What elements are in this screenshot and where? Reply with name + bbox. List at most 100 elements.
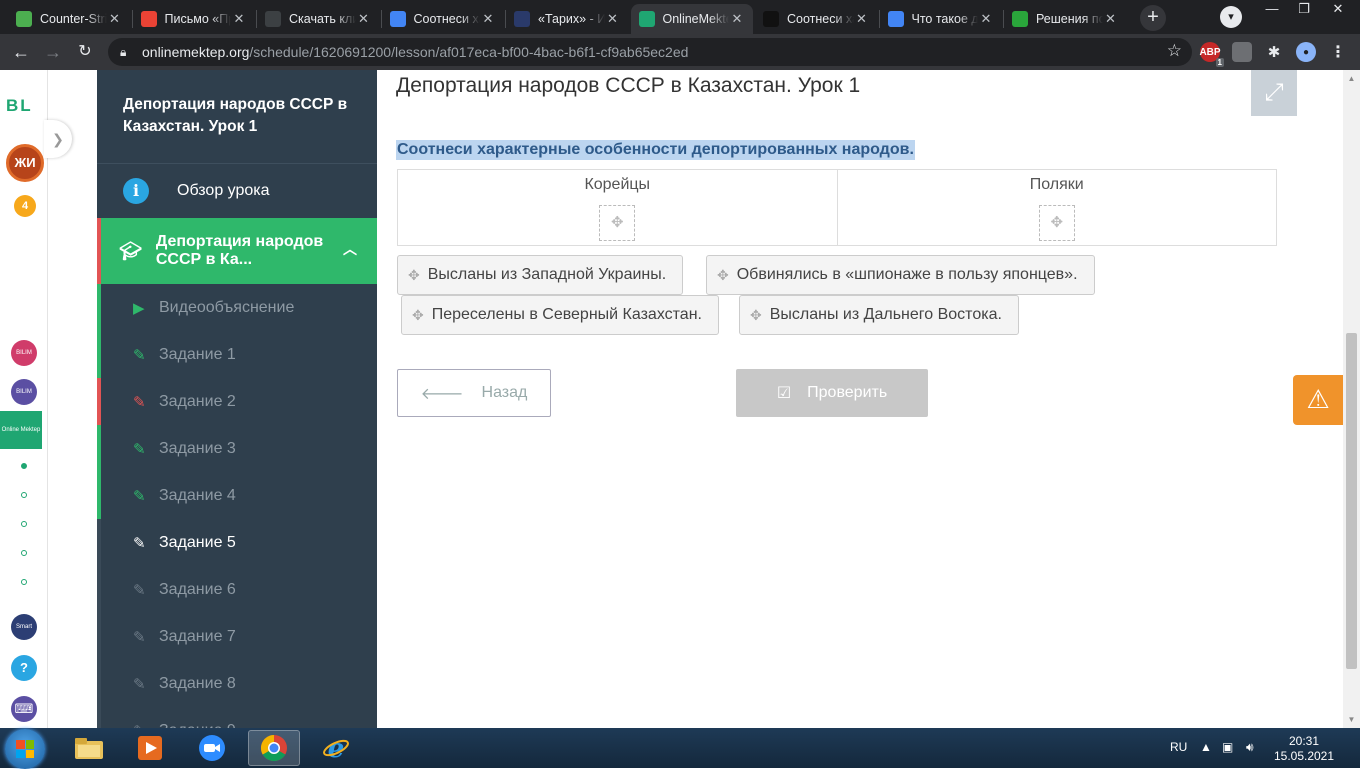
online-mektep-icon[interactable]: Online Mektep bbox=[0, 411, 42, 449]
task-item[interactable]: ✎ Задание 6 bbox=[97, 566, 377, 613]
task-item[interactable]: ✎ Задание 7 bbox=[97, 613, 377, 660]
browser-tab[interactable]: Решения по истории✕ bbox=[1004, 4, 1127, 34]
browser-tab[interactable]: «Тарих» - История✕ bbox=[506, 4, 629, 34]
close-tab-icon[interactable]: ✕ bbox=[356, 11, 372, 27]
task-item[interactable]: ✎ Задание 2 bbox=[97, 378, 377, 425]
matching-groups: Корейцы ✥ Поляки ✥ bbox=[397, 169, 1277, 246]
tab-search-button[interactable]: ▾ bbox=[1220, 6, 1242, 28]
close-tab-icon[interactable]: ✕ bbox=[1103, 11, 1119, 27]
task-item[interactable]: ✎ Задание 8 bbox=[97, 660, 377, 707]
show-hidden-icons-icon[interactable]: ▲ bbox=[1200, 740, 1212, 754]
page-scrollbar[interactable]: ▲ ▼ bbox=[1343, 70, 1360, 728]
scroll-down-icon[interactable]: ▼ bbox=[1343, 711, 1360, 728]
bilim-shop-icon[interactable]: BILIM SHOP bbox=[11, 340, 37, 382]
overview-label: Обзор урока bbox=[177, 182, 270, 199]
answer-chip[interactable]: ✥ Высланы из Западной Украины. bbox=[397, 255, 684, 295]
clock[interactable]: 20:31 15.05.2021 bbox=[1262, 734, 1346, 764]
browser-menu-icon[interactable]: ⋮ bbox=[1328, 42, 1348, 62]
smart-nation-icon[interactable]: Smart Nation bbox=[11, 614, 37, 656]
answer-chip[interactable]: ✥ Обвинялись в «шпионаже в пользу японцев… bbox=[706, 255, 1095, 295]
media-player-icon[interactable] bbox=[124, 730, 176, 766]
address-bar[interactable]: 🔒︎ onlinemektep.org/schedule/1620691200/… bbox=[108, 38, 1192, 66]
internet-explorer-icon[interactable]: e bbox=[310, 730, 362, 766]
user-avatar[interactable]: ЖИ bbox=[6, 144, 44, 182]
fullscreen-expand-icon[interactable]: ⤢ bbox=[1251, 70, 1297, 116]
lesson-overview-item[interactable]: i Обзор урока bbox=[97, 164, 377, 218]
close-tab-icon[interactable]: ✕ bbox=[480, 11, 496, 27]
keyboard-icon[interactable]: ⌨ bbox=[11, 696, 37, 722]
notification-count-badge[interactable]: 4 bbox=[14, 195, 36, 217]
close-tab-icon[interactable]: ✕ bbox=[605, 11, 621, 27]
drop-zone-move-icon[interactable]: ✥ bbox=[1038, 205, 1075, 241]
reload-icon[interactable]: ↻ bbox=[74, 41, 96, 63]
task-item[interactable]: ▶ Видеообъяснение bbox=[97, 284, 377, 331]
windows-taskbar: e RU ▲ ▣ 🔊︎ 20:31 15.05.2021 bbox=[0, 728, 1360, 769]
chrome-icon[interactable] bbox=[248, 730, 300, 766]
zoom-icon[interactable] bbox=[186, 730, 238, 766]
close-window-button[interactable]: ✕ bbox=[1322, 0, 1354, 20]
answer-chip[interactable]: ✥ Высланы из Дальнего Востока. bbox=[739, 295, 1019, 335]
task-item[interactable]: ✎Задание 9 bbox=[97, 707, 377, 728]
file-explorer-icon[interactable] bbox=[63, 730, 115, 766]
page-dot[interactable] bbox=[21, 521, 27, 527]
browser-tab[interactable]: Письмо «Привет»✕ bbox=[133, 4, 256, 34]
checkbox-icon: ☑ bbox=[776, 385, 792, 402]
start-button[interactable] bbox=[5, 729, 45, 769]
task-item[interactable]: ✎ Задание 1 bbox=[97, 331, 377, 378]
answer-chip[interactable]: ✥ Переселены в Северный Казахстан. bbox=[401, 295, 719, 335]
page-dot[interactable] bbox=[21, 492, 27, 498]
page-dot[interactable] bbox=[21, 550, 27, 556]
scroll-up-icon[interactable]: ▲ bbox=[1343, 70, 1360, 87]
browser-tab[interactable]: OnlineMektep✕ bbox=[630, 4, 753, 34]
back-arrow-icon[interactable]: ← bbox=[10, 41, 32, 63]
adblock-extension-icon[interactable]: ABP 1 bbox=[1199, 42, 1224, 67]
active-section-item[interactable]: 🎓︎ Депортация народов СССР в Ка... ︿ bbox=[97, 218, 377, 284]
volume-icon[interactable]: 🔊︎ bbox=[1246, 740, 1254, 755]
lesson-tasks-list: ▶ Видеообъяснение ✎ Задание 1 ✎ Задание 2 ✎ Зад… bbox=[97, 284, 377, 728]
edit-icon: ✎ bbox=[133, 393, 146, 411]
tab-separator bbox=[1003, 10, 1004, 28]
puzzle-extensions-icon[interactable]: ✱ bbox=[1264, 42, 1284, 62]
browser-tab[interactable]: Скачать клип✕ bbox=[257, 4, 380, 34]
browser-tab[interactable]: Соотнеси характерные✕ bbox=[382, 4, 505, 34]
back-label: Назад bbox=[481, 384, 528, 401]
chevron-up-icon[interactable]: ︿ bbox=[343, 240, 357, 258]
bilim-media-icon[interactable]: BILIM bbox=[11, 379, 37, 405]
edit-icon: ✎ bbox=[133, 581, 146, 599]
page-dot[interactable] bbox=[21, 463, 27, 469]
task-label: Задание 4 bbox=[159, 486, 236, 504]
language-indicator[interactable]: RU bbox=[1170, 740, 1187, 754]
restore-button[interactable]: ❐ bbox=[1288, 0, 1320, 20]
browser-tab[interactable]: Что такое депортация✕ bbox=[880, 4, 1003, 34]
close-tab-icon[interactable]: ✕ bbox=[231, 11, 247, 27]
task-item[interactable]: ✎ Задание 4 bbox=[97, 472, 377, 519]
page-dot[interactable] bbox=[21, 579, 27, 585]
bookmark-star-icon[interactable]: ☆ bbox=[1167, 41, 1182, 61]
browser-tab[interactable]: Соотнеси характерные✕ bbox=[755, 4, 878, 34]
help-icon[interactable]: ? bbox=[11, 655, 37, 681]
task-label: Задание 2 bbox=[159, 392, 236, 410]
bilimland-logo[interactable]: BL bbox=[6, 96, 33, 116]
back-button[interactable]: 🡐 Назад bbox=[397, 369, 551, 417]
close-tab-icon[interactable]: ✕ bbox=[978, 11, 994, 27]
move-icon: ✥ bbox=[750, 306, 762, 323]
close-tab-icon[interactable]: ✕ bbox=[107, 11, 123, 27]
browser-tab[interactable]: Counter-Strike✕ bbox=[8, 4, 131, 34]
tab-title: Решения по истории bbox=[1036, 12, 1103, 26]
minimize-button[interactable]: — bbox=[1256, 0, 1288, 20]
network-icon[interactable]: ▣ bbox=[1222, 740, 1233, 754]
expand-sidebar-chevron-icon[interactable]: ❯ bbox=[44, 120, 72, 158]
windows-logo-icon bbox=[16, 740, 34, 758]
drop-zone-move-icon[interactable]: ✥ bbox=[599, 205, 636, 241]
task-item[interactable]: ✎ Задание 3 bbox=[97, 425, 377, 472]
check-button[interactable]: ☑ Проверить bbox=[736, 369, 928, 417]
report-warning-icon[interactable]: ⚠ bbox=[1293, 375, 1343, 425]
profile-avatar-icon[interactable]: ● bbox=[1296, 42, 1316, 62]
new-tab-button[interactable]: + bbox=[1140, 5, 1166, 31]
task-item[interactable]: ✎ Задание 5 bbox=[97, 519, 377, 566]
extension-icon[interactable] bbox=[1232, 42, 1252, 62]
close-tab-icon[interactable]: ✕ bbox=[729, 11, 745, 27]
forward-arrow-icon[interactable]: → bbox=[42, 41, 64, 63]
close-tab-icon[interactable]: ✕ bbox=[854, 11, 870, 27]
scroll-thumb[interactable] bbox=[1346, 333, 1357, 669]
